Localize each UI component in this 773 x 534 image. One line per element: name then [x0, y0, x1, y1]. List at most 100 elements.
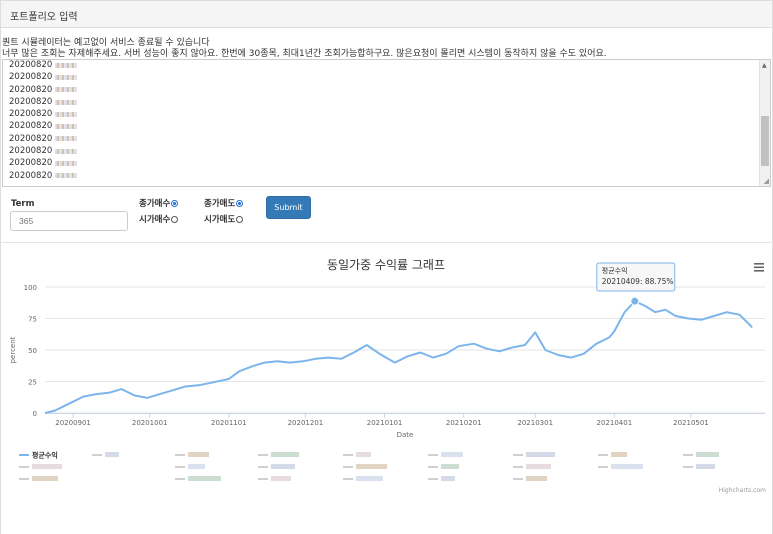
legend-item-redacted[interactable] — [19, 476, 58, 481]
legend-item-redacted[interactable] — [343, 464, 387, 469]
legend-item-redacted[interactable] — [92, 452, 119, 457]
redacted-legend-label — [271, 452, 299, 457]
redacted-legend-label — [611, 464, 643, 469]
redacted-legend-label — [105, 452, 119, 457]
sell-open-radio[interactable] — [236, 215, 244, 223]
legend-item-redacted[interactable] — [258, 452, 299, 457]
section-divider — [0, 242, 773, 243]
portfolio-line-date: 20200820 — [9, 60, 53, 70]
redacted-legend-label — [441, 464, 459, 469]
x-tick-label: 20201001 — [132, 419, 168, 427]
portfolio-line: 20200820 — [9, 170, 78, 182]
legend-item[interactable]: 평균수익 — [32, 451, 58, 460]
portfolio-line: 20200820 — [9, 145, 78, 157]
redacted-stock-name — [55, 99, 78, 105]
redacted-stock-name — [55, 173, 78, 179]
portfolio-line: 20200820 — [9, 71, 78, 83]
submit-button[interactable]: Submit — [266, 196, 311, 219]
menu-icon[interactable] — [754, 263, 764, 272]
tooltip-header: 평균수익 — [602, 266, 628, 275]
redacted-legend-label — [32, 476, 58, 481]
redacted-legend-label — [356, 452, 371, 457]
panel-header: 포트폴리오 입력 — [0, 0, 773, 28]
redacted-stock-name — [55, 148, 78, 154]
portfolio-line: 20200820 — [9, 60, 78, 71]
redacted-legend-label — [188, 476, 221, 481]
portfolio-lines: 20200820 20200820 20200820 20200820 20200820… — [9, 60, 78, 182]
portfolio-line: 20200820 — [9, 108, 78, 120]
portfolio-textarea[interactable]: 20200820 20200820 20200820 20200820 20200820… — [2, 59, 771, 187]
redacted-legend-label — [32, 464, 62, 469]
legend-item-redacted[interactable] — [428, 452, 463, 457]
redacted-legend-label — [526, 464, 551, 469]
buy-open-radio[interactable] — [171, 215, 179, 223]
legend-item-redacted[interactable] — [683, 464, 715, 469]
scroll-up-icon[interactable]: ▲ — [762, 62, 767, 69]
scroll-thumb[interactable] — [761, 116, 769, 166]
redacted-legend-label — [271, 464, 295, 469]
redacted-legend-label — [188, 452, 209, 457]
redacted-legend-label — [356, 476, 383, 481]
sell-open-option[interactable]: 시가매도 — [204, 213, 244, 225]
legend-item-redacted[interactable] — [683, 452, 719, 457]
sell-close-option[interactable]: 종가매도 — [204, 197, 244, 209]
legend-item-redacted[interactable] — [428, 476, 455, 481]
x-tick-label: 20210401 — [597, 419, 633, 427]
legend-item-redacted[interactable] — [598, 452, 627, 457]
legend-item-redacted[interactable] — [343, 452, 371, 457]
return-chart: 동일가중 수익률 그래프 0 25 50 75 100 20200901 20201001 2… — [9, 258, 766, 494]
legend-item-redacted[interactable] — [513, 452, 555, 457]
panel-title: 포트폴리오 입력 — [10, 12, 78, 23]
legend-item-redacted[interactable] — [513, 464, 551, 469]
buy-close-radio[interactable] — [171, 199, 179, 207]
term-label: Term — [11, 199, 35, 209]
legend-item-redacted[interactable] — [428, 464, 459, 469]
y-tick-label: 25 — [28, 379, 37, 387]
redacted-stock-name — [55, 161, 78, 167]
legend-item-redacted[interactable] — [175, 464, 205, 469]
series-line[interactable] — [44, 300, 753, 414]
y-axis-title: percent — [9, 336, 17, 363]
buy-close-option[interactable]: 종가매수 — [139, 197, 179, 209]
redacted-legend-label — [441, 476, 455, 481]
legend-item-redacted[interactable] — [175, 476, 221, 481]
legend-item-redacted[interactable] — [175, 452, 209, 457]
chart-title: 동일가중 수익률 그래프 — [327, 258, 445, 272]
x-tick-label: 20210201 — [446, 419, 482, 427]
redacted-stock-name — [55, 87, 78, 93]
tooltip-value: 20210409: 88.75% — [602, 277, 674, 286]
legend-item-redacted[interactable] — [19, 464, 62, 469]
redacted-stock-name — [55, 111, 78, 117]
redacted-legend-label — [441, 452, 463, 457]
textarea-scrollbar[interactable]: ▲ — [759, 60, 770, 186]
sell-close-label: 종가매도 — [204, 199, 236, 209]
chart-credits[interactable]: Highcharts.com — [719, 487, 766, 494]
redacted-legend-label — [356, 464, 387, 469]
portfolio-line-date: 20200820 — [9, 170, 53, 181]
sell-close-radio[interactable] — [236, 199, 244, 207]
portfolio-line-date: 20200820 — [9, 121, 53, 132]
portfolio-line: 20200820 — [9, 157, 78, 169]
buy-open-option[interactable]: 시가매수 — [139, 213, 179, 225]
portfolio-line-date: 20200820 — [9, 72, 53, 83]
portfolio-line: 20200820 — [9, 133, 78, 145]
legend-item-redacted[interactable] — [258, 476, 291, 481]
redacted-legend-label — [526, 476, 547, 481]
portfolio-line-date: 20200820 — [9, 146, 53, 157]
x-axis-title: Date — [397, 431, 414, 439]
x-tick-label: 20210101 — [367, 419, 403, 427]
sell-open-label: 시가매도 — [204, 215, 236, 225]
redacted-legend-label — [526, 452, 555, 457]
portfolio-line: 20200820 — [9, 96, 78, 108]
y-tick-label: 100 — [24, 284, 37, 292]
legend-item-redacted[interactable] — [343, 476, 383, 481]
legend-item-redacted[interactable] — [258, 464, 295, 469]
resize-handle-icon[interactable]: ◢ — [764, 177, 769, 185]
redacted-legend-label — [696, 464, 715, 469]
y-tick-label: 0 — [33, 410, 37, 418]
legend-item-redacted[interactable] — [598, 464, 643, 469]
legend-item-redacted[interactable] — [513, 476, 547, 481]
redacted-stock-name — [55, 124, 78, 130]
term-input[interactable] — [10, 211, 128, 231]
portfolio-line-date: 20200820 — [9, 84, 53, 95]
